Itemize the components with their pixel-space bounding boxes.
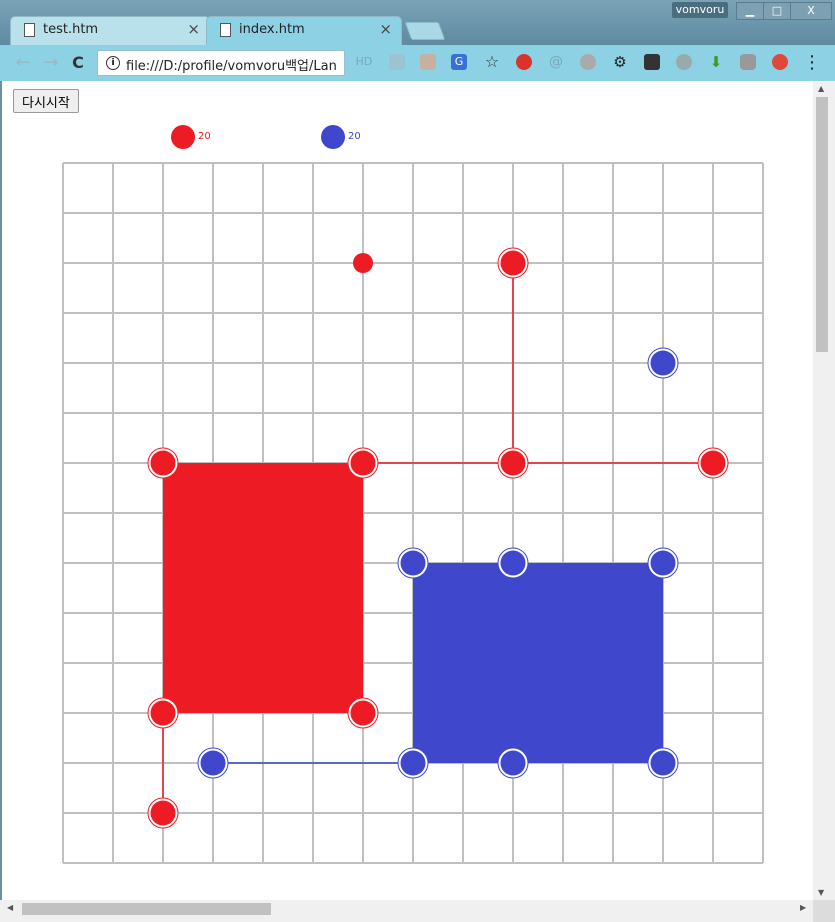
red-stone	[150, 700, 176, 726]
url-text: file:///D:/profile/vomvoru백업/Lan	[126, 59, 337, 74]
blue-stone	[650, 550, 676, 576]
menu-icon[interactable]: ⋮	[801, 52, 823, 74]
extension-icon[interactable]	[772, 54, 788, 70]
blue-stone	[400, 550, 426, 576]
extension-icon[interactable]: @	[548, 54, 564, 70]
vertical-scrollbar[interactable]: ▲ ▼	[813, 81, 835, 900]
address-bar[interactable]: i file:///D:/profile/vomvoru백업/Lan	[97, 50, 345, 76]
blue-stone	[400, 750, 426, 776]
tab-index[interactable]: index.htm ×	[206, 16, 402, 45]
window-close-button[interactable]: X	[790, 2, 832, 20]
game-board[interactable]	[2, 81, 813, 900]
gear-icon[interactable]: ⚙	[612, 54, 628, 70]
red-player-icon	[171, 125, 195, 149]
red-stone	[350, 700, 376, 726]
horizontal-scroll-thumb[interactable]	[22, 903, 271, 915]
compass-icon[interactable]	[580, 54, 596, 70]
red-stone	[700, 450, 726, 476]
blue-stone	[200, 750, 226, 776]
hd-icon[interactable]: HD	[354, 54, 374, 70]
minimize-button[interactable]: ▁	[736, 2, 764, 20]
browser-toolbar: ← → C i file:///D:/profile/vomvoru백업/Lan…	[0, 45, 835, 81]
back-button[interactable]: ←	[12, 52, 34, 74]
new-tab-button[interactable]	[404, 22, 446, 40]
download-icon[interactable]: ⬇	[708, 54, 724, 70]
red-stone	[350, 450, 376, 476]
maximize-button[interactable]: □	[763, 2, 791, 20]
red-captured-area	[163, 463, 363, 713]
red-stone	[500, 450, 526, 476]
camera-icon[interactable]	[740, 54, 756, 70]
extension-icon[interactable]	[676, 54, 692, 70]
red-stone	[500, 250, 526, 276]
extension-icon[interactable]	[644, 54, 660, 70]
scroll-up-icon[interactable]: ▲	[818, 84, 824, 93]
tab-close-icon[interactable]: ×	[379, 20, 392, 38]
document-icon	[220, 23, 231, 37]
browser-titlebar: vomvoru ▁ □ X test.htm × index.htm ×	[0, 0, 835, 45]
scroll-down-icon[interactable]: ▼	[818, 888, 824, 897]
red-stone-small	[353, 253, 373, 273]
scroll-right-icon[interactable]: ▶	[800, 903, 806, 912]
forward-button[interactable]: →	[40, 52, 62, 74]
tab-label: index.htm	[239, 22, 305, 37]
restart-button[interactable]: 다시시작	[13, 89, 79, 113]
tab-test[interactable]: test.htm ×	[10, 16, 210, 45]
red-stone	[150, 450, 176, 476]
star-icon[interactable]: ☆	[484, 54, 500, 70]
info-icon[interactable]: i	[106, 56, 120, 70]
vertical-scroll-thumb[interactable]	[816, 97, 828, 352]
scrollbar-corner	[813, 900, 835, 922]
page-viewport: 다시시작 20 20	[2, 81, 813, 900]
red-score: 20	[198, 131, 211, 142]
extension-icon[interactable]	[389, 54, 405, 70]
red-stone	[150, 800, 176, 826]
tab-close-icon[interactable]: ×	[187, 20, 200, 38]
reload-button[interactable]: C	[67, 52, 89, 74]
horizontal-scrollbar[interactable]: ◀ ▶	[0, 900, 813, 922]
blue-captured-area	[413, 563, 663, 763]
blue-stone	[500, 550, 526, 576]
blue-score: 20	[348, 131, 361, 142]
blue-stone	[650, 750, 676, 776]
profile-badge[interactable]: vomvoru	[672, 2, 728, 18]
blue-stone	[650, 350, 676, 376]
translate-icon[interactable]: G	[451, 54, 467, 70]
extension-icon[interactable]	[516, 54, 532, 70]
blue-stone	[500, 750, 526, 776]
document-icon	[24, 23, 35, 37]
extension-icon[interactable]	[420, 54, 436, 70]
tab-label: test.htm	[43, 22, 99, 37]
scroll-left-icon[interactable]: ◀	[7, 903, 13, 912]
blue-player-icon	[321, 125, 345, 149]
